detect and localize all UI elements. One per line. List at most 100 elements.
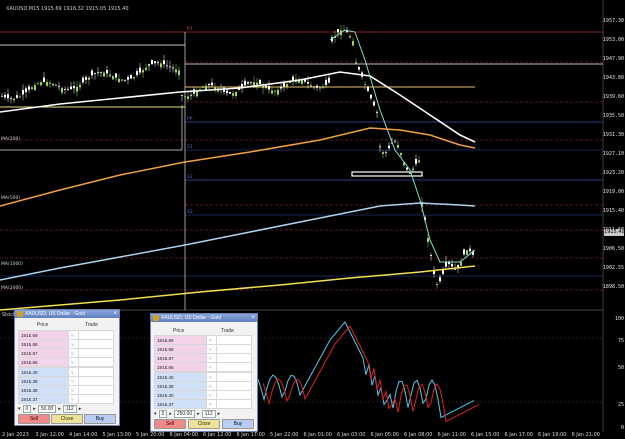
price-row[interactable]: 1915.37 ˅ xyxy=(18,394,114,404)
close-icon[interactable]: × xyxy=(113,310,117,318)
trade-cell[interactable] xyxy=(78,330,114,340)
price-row[interactable]: 1915.37 ˅ xyxy=(154,399,252,409)
time-tick-label: 6 Jan 17:00 xyxy=(504,432,533,438)
stochastic-oscillator[interactable] xyxy=(257,321,480,423)
dropdown-icon[interactable]: ˅ xyxy=(206,390,217,400)
price-row[interactable]: 1915.68 ˅ xyxy=(18,339,114,349)
trade-cell[interactable] xyxy=(216,390,252,400)
stepper-icon[interactable]: ▸ xyxy=(79,406,82,412)
dropdown-icon[interactable]: ˅ xyxy=(206,399,217,409)
trade-cell[interactable] xyxy=(78,385,114,395)
price-cell[interactable]: 1915.37 xyxy=(18,394,69,404)
price-row[interactable]: 1915.40 ˅ xyxy=(18,367,114,377)
price-cell[interactable]: 1915.37 xyxy=(154,399,207,409)
lots-field[interactable]: 112 xyxy=(62,405,77,413)
trade-cell[interactable] xyxy=(78,339,114,349)
dropdown-icon[interactable]: ˅ xyxy=(68,385,79,395)
trade-cell[interactable] xyxy=(216,381,252,391)
price-cell[interactable]: 1915.40 xyxy=(154,372,207,382)
close-button[interactable]: Close xyxy=(51,414,83,424)
close-icon[interactable]: × xyxy=(251,314,255,322)
price-cell[interactable]: 1915.38 xyxy=(18,385,69,395)
stochastic-main-line[interactable] xyxy=(257,321,475,419)
trade-cell[interactable] xyxy=(78,348,114,358)
dropdown-icon[interactable]: ˅ xyxy=(68,394,79,404)
depth-of-market-window[interactable]: XAUUSD, US Dollar - Gold × Price Trade 1… xyxy=(150,313,258,432)
trade-cell[interactable] xyxy=(216,372,252,382)
time-tick-label: 6 Jan 17:00 xyxy=(236,432,265,438)
price-row[interactable]: 1915.66 ˅ xyxy=(18,357,114,367)
moving-average-yellow[interactable] xyxy=(0,265,476,311)
price-row[interactable]: 1915.38 ˅ xyxy=(18,385,114,395)
dropdown-icon[interactable]: ˅ xyxy=(68,376,79,386)
price-cell[interactable]: 1915.69 xyxy=(18,330,69,340)
trade-cell[interactable] xyxy=(216,335,252,345)
price-row[interactable]: 1915.69 ˅ xyxy=(18,330,114,340)
volume-field[interactable]: 0 xyxy=(22,405,32,413)
dropdown-icon[interactable]: ˅ xyxy=(68,339,79,349)
stepper-icon[interactable]: ▸ xyxy=(33,406,36,412)
stepper-icon[interactable]: ▸ xyxy=(169,411,172,417)
price-cell[interactable]: 1915.69 xyxy=(154,335,207,345)
decrement-icon[interactable]: ▾ xyxy=(154,411,157,417)
price-cell[interactable]: 1915.67 xyxy=(154,353,207,363)
price-row[interactable]: 1915.66 ˅ xyxy=(154,362,252,372)
trade-cell[interactable] xyxy=(216,399,252,409)
moving-averages[interactable] xyxy=(0,29,476,311)
price-cell[interactable]: 1915.68 xyxy=(154,344,207,354)
candle-body xyxy=(250,82,252,84)
moving-average-lightblue[interactable] xyxy=(0,202,476,281)
deviation-field[interactable]: 250.00 xyxy=(173,410,196,418)
price-cell[interactable]: 1915.66 xyxy=(154,362,207,372)
price-row[interactable]: 1915.69 ˅ xyxy=(154,335,252,345)
price-row[interactable]: 1915.67 ˅ xyxy=(18,348,114,358)
trade-cell[interactable] xyxy=(216,344,252,354)
price-row[interactable]: 1915.30 ˅ xyxy=(154,390,252,400)
trade-cell[interactable] xyxy=(216,362,252,372)
buy-button[interactable]: Buy xyxy=(222,419,254,429)
price-cell[interactable]: 1915.30 xyxy=(154,390,207,400)
price-row[interactable]: 1915.40 ˅ xyxy=(154,372,252,382)
price-row[interactable]: 1915.39 ˅ xyxy=(154,381,252,391)
stepper-icon[interactable]: ▸ xyxy=(197,411,200,417)
trade-cell[interactable] xyxy=(78,394,114,404)
price-cell[interactable]: 1915.39 xyxy=(18,376,69,386)
price-cell[interactable]: 1915.39 xyxy=(154,381,207,391)
dropdown-icon[interactable]: ˅ xyxy=(206,335,217,345)
dropdown-icon[interactable]: ˅ xyxy=(68,348,79,358)
dropdown-icon[interactable]: ˅ xyxy=(206,362,217,372)
price-cell[interactable]: 1915.66 xyxy=(18,357,69,367)
price-cell[interactable]: 1915.40 xyxy=(18,367,69,377)
trade-cell[interactable] xyxy=(78,376,114,386)
stochastic-signal-line[interactable] xyxy=(262,325,480,423)
dropdown-icon[interactable]: ˅ xyxy=(68,357,79,367)
close-button[interactable]: Close xyxy=(188,419,220,429)
trade-cell[interactable] xyxy=(78,357,114,367)
window-title-bar[interactable]: XAUUSD, US Dollar - Gold × xyxy=(15,310,119,318)
trade-cell[interactable] xyxy=(216,353,252,363)
deviation-field[interactable]: 50.00 xyxy=(37,405,57,413)
depth-of-market-window[interactable]: XAUUSD, US Dollar - Gold × Price Trade 1… xyxy=(14,309,120,426)
stepper-icon[interactable]: ▸ xyxy=(218,411,221,417)
trade-cell[interactable] xyxy=(78,367,114,377)
decrement-icon[interactable]: ▾ xyxy=(18,406,21,412)
dropdown-icon[interactable]: ˅ xyxy=(206,344,217,354)
buy-button[interactable]: Buy xyxy=(84,414,116,424)
price-cell[interactable]: 1915.67 xyxy=(18,348,69,358)
dropdown-icon[interactable]: ˅ xyxy=(68,367,79,377)
sell-button[interactable]: Sell xyxy=(154,419,186,429)
stepper-icon[interactable]: ▸ xyxy=(58,406,61,412)
dropdown-icon[interactable]: ˅ xyxy=(206,381,217,391)
price-row[interactable]: 1915.39 ˅ xyxy=(18,376,114,386)
moving-average-cyan[interactable] xyxy=(329,29,476,263)
dropdown-icon[interactable]: ˅ xyxy=(68,330,79,340)
sell-button[interactable]: Sell xyxy=(18,414,50,424)
window-title-bar[interactable]: XAUUSD, US Dollar - Gold × xyxy=(151,314,257,322)
dropdown-icon[interactable]: ˅ xyxy=(206,372,217,382)
price-cell[interactable]: 1915.68 xyxy=(18,339,69,349)
volume-field[interactable]: 0 xyxy=(158,410,168,418)
dropdown-icon[interactable]: ˅ xyxy=(206,353,217,363)
price-row[interactable]: 1915.68 ˅ xyxy=(154,344,252,354)
lots-field[interactable]: 112 xyxy=(201,410,216,418)
price-row[interactable]: 1915.67 ˅ xyxy=(154,353,252,363)
